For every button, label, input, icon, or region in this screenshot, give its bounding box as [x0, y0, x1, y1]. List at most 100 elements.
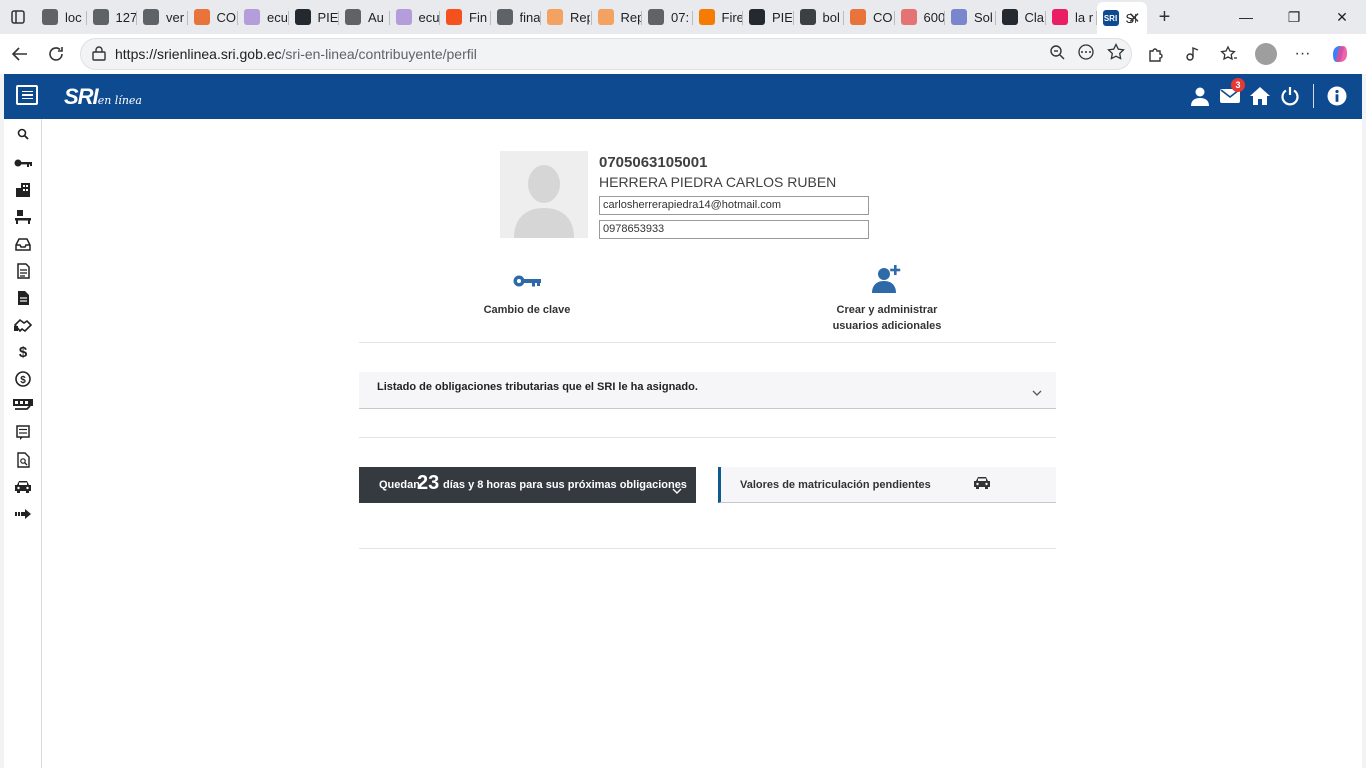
browser-tab[interactable]: bol [794, 3, 845, 31]
tab-favicon-icon [1001, 9, 1018, 25]
tab-title: ver [166, 9, 185, 25]
tab-favicon-icon [92, 9, 109, 25]
document-icon[interactable] [12, 260, 34, 282]
arrow-right-icon[interactable] [12, 503, 34, 525]
close-window-button[interactable]: ✕ [1318, 0, 1366, 34]
manage-users-button[interactable]: Crear y administrar usuarios adicionales [824, 264, 950, 334]
hamburger-menu-button[interactable] [16, 85, 38, 105]
browser-tab[interactable]: ecu [238, 3, 289, 31]
key-icon[interactable] [12, 152, 34, 174]
browser-toolbar: https://srienlinea.sri.gob.ec/sri-en-lin… [0, 34, 1366, 74]
profile-avatar[interactable] [1247, 43, 1284, 65]
reload-button[interactable] [38, 36, 74, 72]
chevron-down-icon [1032, 384, 1042, 402]
browser-tab[interactable]: Rep [541, 3, 592, 31]
tab-favicon-icon [799, 9, 816, 25]
phone-field[interactable]: 0978653933 [599, 220, 869, 239]
tab-favicon-icon [42, 9, 58, 25]
dollar-circle-icon[interactable]: $ [12, 368, 34, 390]
browser-tab[interactable]: fina [491, 3, 542, 31]
building-icon[interactable] [12, 179, 34, 201]
vehicle-fees-label: Valores de matriculación pendientes [740, 479, 931, 491]
info-icon[interactable] [1322, 82, 1352, 110]
new-tab-button[interactable]: + [1147, 6, 1183, 29]
tab-favicon-icon [1052, 9, 1068, 25]
browser-tab[interactable]: CO [844, 3, 895, 31]
tab-title: CO [873, 9, 893, 25]
browser-tab[interactable]: Fire [693, 3, 744, 31]
home-icon[interactable] [1245, 82, 1275, 110]
vehicle-fees-panel[interactable]: Valores de matriculación pendientes [718, 467, 1056, 503]
tab-active[interactable]: SRI SRI✕ [1096, 2, 1147, 34]
tab-title: 127 [115, 9, 136, 25]
url-text: https://srienlinea.sri.gob.ec/sri-en-lin… [115, 46, 477, 62]
tab-actions-icon[interactable] [0, 0, 36, 34]
favorite-star-icon[interactable] [1107, 42, 1125, 66]
close-tab-icon[interactable]: ✕ [1128, 9, 1141, 27]
tab-favicon-icon [193, 9, 210, 25]
tab-favicon-icon [547, 9, 563, 25]
browser-tab[interactable]: PIE [289, 3, 340, 31]
tab-favicon-icon [345, 9, 361, 25]
user-profile-icon[interactable] [1185, 82, 1215, 110]
office-desk-icon[interactable] [12, 206, 34, 228]
browser-tab[interactable]: Fin [440, 3, 491, 31]
browser-tab[interactable]: 07: [642, 3, 693, 31]
minimize-button[interactable]: — [1222, 0, 1270, 34]
manage-users-label-1: Crear y administrar [836, 304, 938, 316]
tab-title: loc [65, 9, 82, 25]
media-icon[interactable] [1173, 45, 1210, 63]
tab-title: PIE [772, 9, 792, 25]
deadline-panel[interactable]: Quedan 23 días y 8 horas para sus próxim… [359, 467, 696, 503]
zoom-icon[interactable] [1049, 44, 1065, 65]
forms-icon[interactable] [12, 422, 34, 444]
file-text-icon[interactable] [12, 287, 34, 309]
power-icon[interactable] [1275, 82, 1305, 110]
inbox-icon[interactable] [12, 233, 34, 255]
address-bar[interactable]: https://srienlinea.sri.gob.ec/sri-en-lin… [80, 38, 1132, 70]
browser-tab[interactable]: ecu [390, 3, 441, 31]
car-icon[interactable] [12, 476, 34, 498]
deadline-prefix: Quedan [379, 479, 420, 491]
obligations-accordion[interactable]: Listado de obligaciones tributarias que … [359, 372, 1056, 409]
tab-title: Fin [469, 9, 488, 25]
tab-favicon-icon [850, 9, 866, 25]
copilot-icon[interactable] [1321, 43, 1358, 65]
tab-title: fina [519, 9, 540, 25]
handshake-icon[interactable] [12, 314, 34, 336]
browser-tab[interactable]: 127 [87, 3, 138, 31]
back-button[interactable] [2, 36, 38, 72]
browser-tab[interactable]: CO [188, 3, 239, 31]
dollar-icon[interactable]: $ [12, 341, 34, 363]
extensions-icon[interactable] [1136, 45, 1173, 63]
favorites-icon[interactable] [1210, 45, 1247, 63]
browser-tab[interactable]: Au [339, 3, 390, 31]
browser-tab[interactable]: PIE [743, 3, 794, 31]
car-icon [973, 476, 991, 495]
email-field[interactable]: carlosherrerapiedra14@hotmail.com [599, 196, 869, 215]
browser-tab[interactable]: 600 [895, 3, 946, 31]
toolbar-extensions: ··· [1136, 38, 1358, 70]
sri-logo[interactable]: SRIen línea [64, 84, 142, 110]
sidebar: $ $ [4, 119, 42, 768]
manage-users-label-2: usuarios adicionales [832, 320, 942, 332]
browser-tab[interactable]: la r [1046, 3, 1097, 31]
browser-tab[interactable]: Sol [945, 3, 996, 31]
more-menu-icon[interactable]: ··· [1284, 45, 1321, 63]
payment-icon[interactable] [12, 395, 34, 417]
browser-tab[interactable]: ver [137, 3, 188, 31]
restore-button[interactable]: ❐ [1270, 0, 1318, 34]
search-icon[interactable] [12, 123, 34, 145]
search-document-icon[interactable] [12, 449, 34, 471]
change-password-button[interactable]: Cambio de clave [474, 270, 580, 318]
tab-favicon-icon [446, 9, 462, 25]
browser-tab[interactable]: Rep [592, 3, 643, 31]
read-aloud-icon[interactable] [1077, 43, 1095, 65]
tab-list: loc 127 ver CO ecu PIE Au ecu Fin fina Rep Rep 07: Fi… [36, 0, 1097, 34]
browser-tab[interactable]: Cla [996, 3, 1047, 31]
browser-tab[interactable]: loc [36, 3, 87, 31]
site-info-icon[interactable] [91, 46, 107, 67]
mail-icon[interactable]: 3 [1215, 78, 1245, 110]
avatar [500, 151, 588, 238]
tab-favicon-icon [244, 9, 260, 25]
